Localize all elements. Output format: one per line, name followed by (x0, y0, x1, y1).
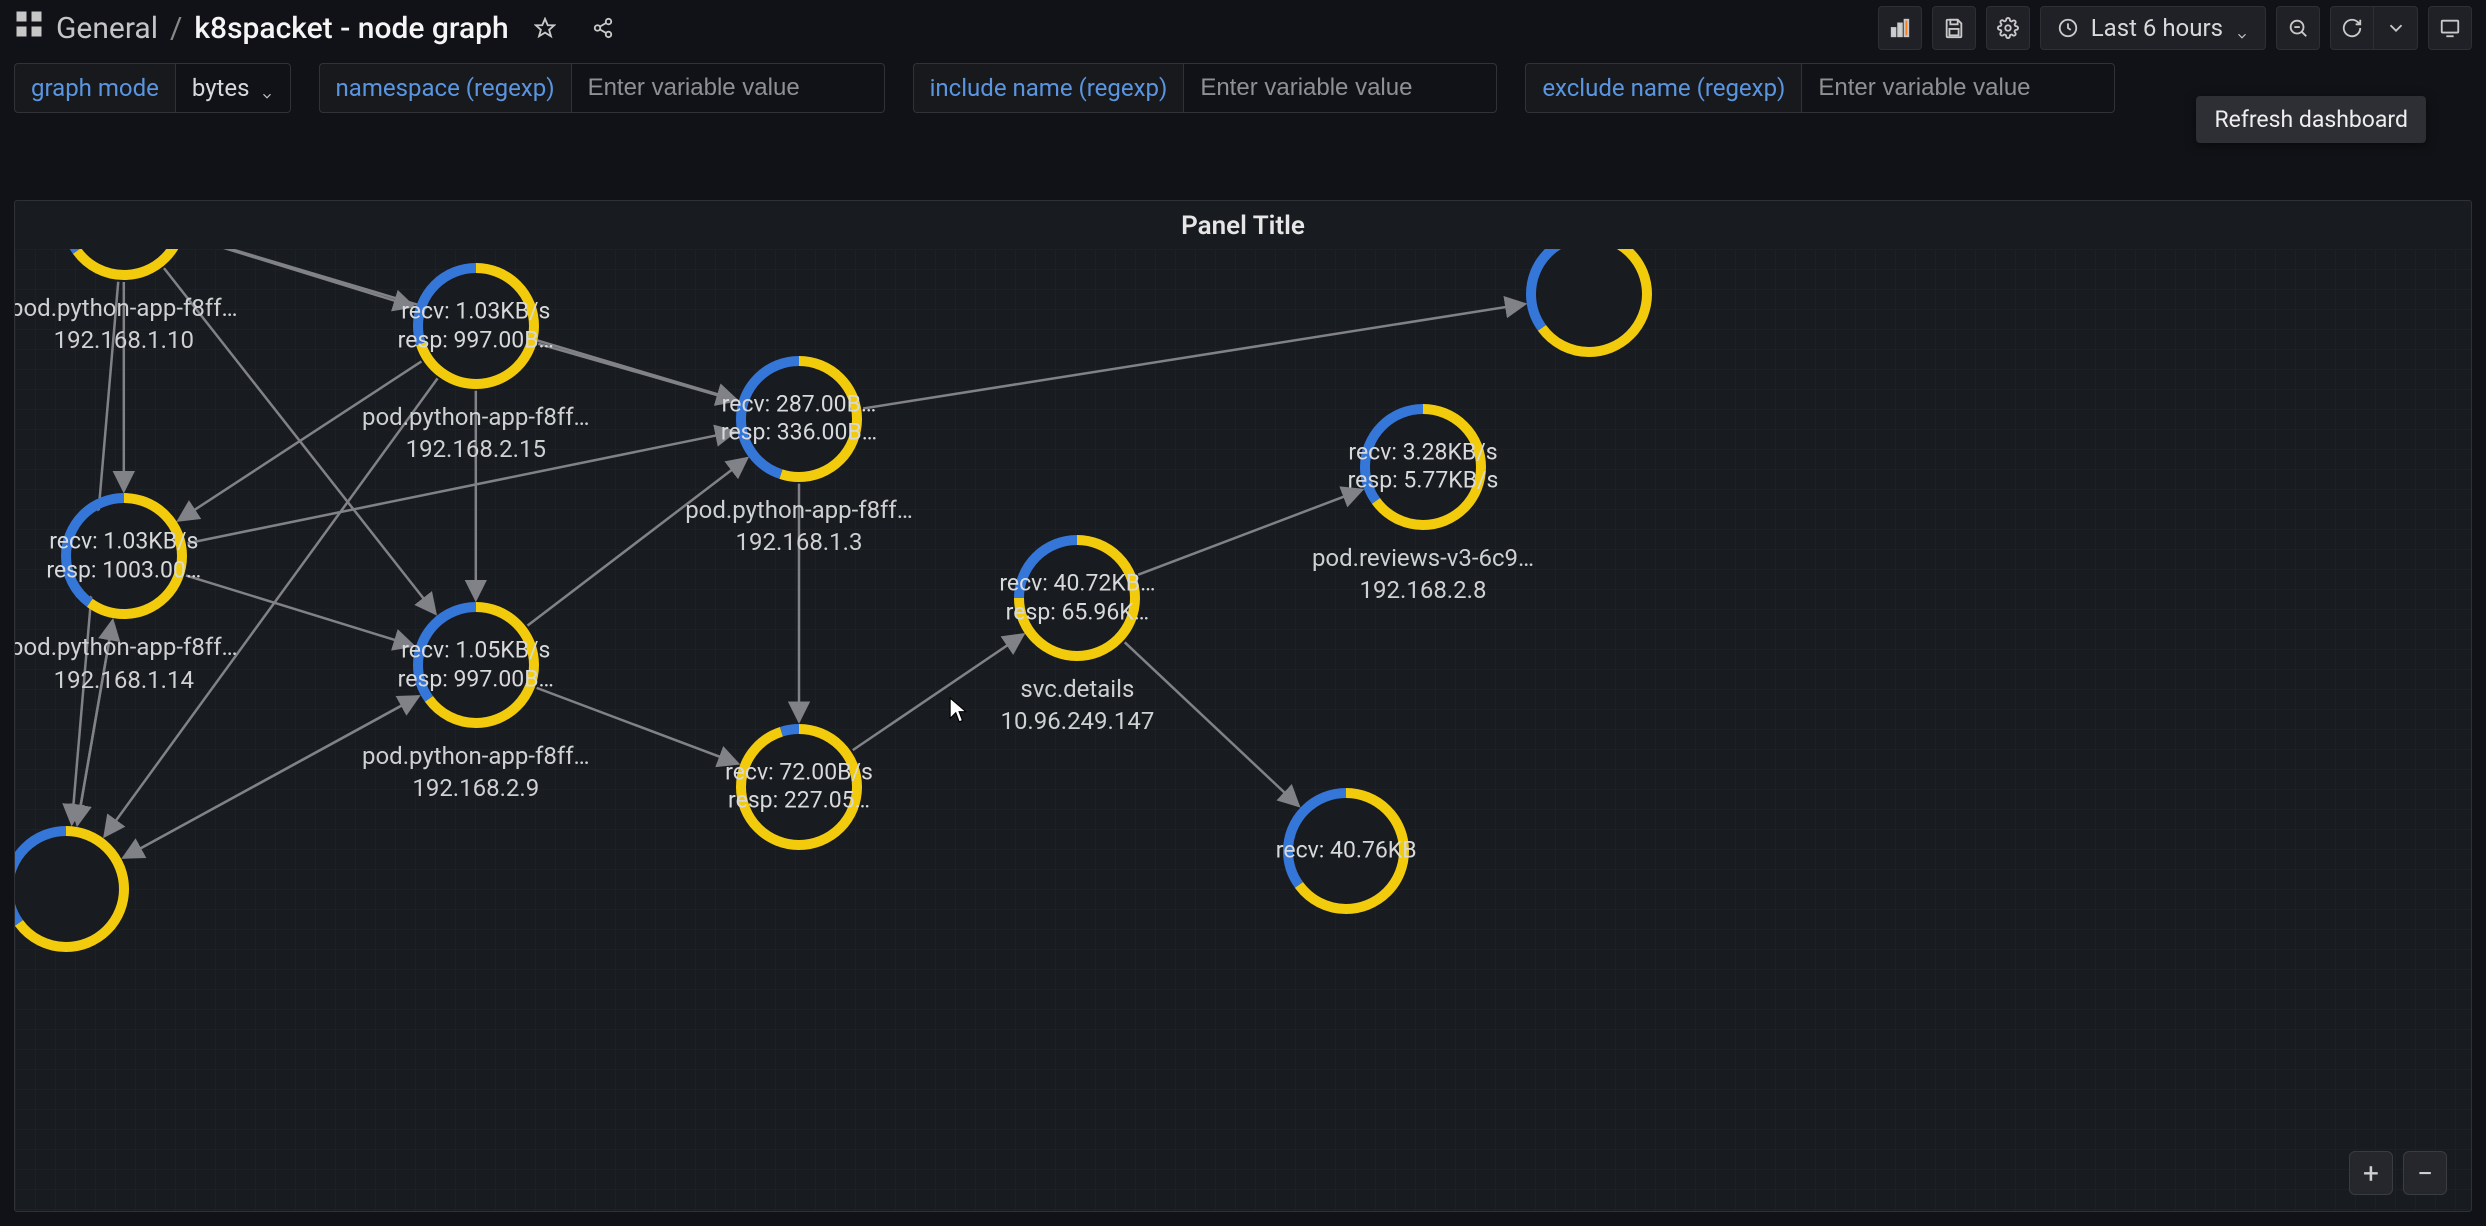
node-stats: recv: 40.72KB…resp: 65.96K… (999, 569, 1155, 627)
var-exclude[interactable]: exclude name (regexp) (1525, 63, 2115, 113)
node-label: pod.python-app-f8ff…192.168.2.9 (346, 740, 606, 805)
refresh-tooltip: Refresh dashboard (2196, 96, 2426, 143)
var-include[interactable]: include name (regexp) (913, 63, 1498, 113)
var-namespace-label: namespace (regexp) (319, 63, 571, 113)
var-graph-mode-label: graph mode (14, 63, 175, 113)
graph-node[interactable]: recv: 1.05KB/sresp: 997.00B… pod.python-… (411, 600, 541, 730)
panel: Panel Title pod.python-app-f8ff…192.168.… (14, 200, 2472, 1212)
node-label: svc.details10.96.249.147 (947, 673, 1207, 738)
var-graph-mode[interactable]: graph mode bytes (14, 63, 291, 113)
graph-node[interactable]: recv: 40.76KB (1281, 786, 1411, 916)
graph-node[interactable]: recv: 1.03KB/sresp: 1003.00… pod.python-… (59, 491, 189, 621)
var-exclude-label: exclude name (regexp) (1525, 63, 1801, 113)
node-graph-canvas[interactable]: pod.python-app-f8ff…192.168.1.10 recv: 1… (15, 249, 2471, 1211)
node-stats: recv: 1.03KB/sresp: 997.00B… (398, 297, 554, 355)
graph-node[interactable]: recv: 72.00B/sresp: 227.05… (734, 722, 864, 852)
variable-bar: graph mode bytes namespace (regexp) incl… (0, 56, 2486, 120)
zoom-controls: + − (2349, 1151, 2447, 1195)
var-namespace-input[interactable] (571, 63, 885, 113)
zoom-out-button[interactable]: − (2403, 1151, 2447, 1195)
graph-node[interactable]: recv: 3.28KB/sresp: 5.77KB/s pod.reviews… (1358, 402, 1488, 532)
graph-node[interactable]: pod.python-app-f8ff…192.168.1.10 (59, 249, 189, 282)
node-stats: recv: 72.00B/sresp: 227.05… (725, 758, 873, 816)
node-stats: recv: 1.03KB/sresp: 1003.00… (46, 527, 201, 585)
include-field[interactable] (1200, 74, 1480, 102)
node-stats: recv: 1.05KB/sresp: 997.00B… (398, 636, 554, 694)
breadcrumb: General / k8spacket - node graph (14, 9, 509, 47)
namespace-field[interactable] (588, 74, 868, 102)
time-range-button[interactable]: Last 6 hours (2040, 6, 2266, 50)
refresh-button[interactable] (2330, 6, 2374, 50)
chevron-down-icon (260, 81, 274, 95)
zoom-out-time-button[interactable] (2276, 6, 2320, 50)
tv-mode-button[interactable] (2428, 6, 2472, 50)
graph-node[interactable]: recv: 40.72KB…resp: 65.96K… svc.details1… (1012, 533, 1142, 663)
var-graph-mode-value[interactable]: bytes (175, 63, 291, 113)
var-include-input[interactable] (1183, 63, 1497, 113)
graph-node[interactable]: recv: 1.03KB/sresp: 997.00B… pod.python-… (411, 261, 541, 391)
chevron-down-icon (2235, 21, 2249, 35)
time-range-label: Last 6 hours (2091, 14, 2223, 42)
node-label: pod.python-app-f8ff…192.168.1.10 (15, 292, 254, 357)
settings-button[interactable] (1986, 6, 2030, 50)
var-exclude-input[interactable] (1801, 63, 2115, 113)
add-panel-button[interactable] (1878, 6, 1922, 50)
node-stats: recv: 40.76KB (1276, 836, 1417, 865)
share-icon[interactable] (581, 6, 625, 50)
node-label: pod.python-app-f8ff…192.168.1.14 (15, 631, 254, 696)
refresh-interval-button[interactable] (2374, 6, 2418, 50)
node-label: pod.python-app-f8ff…192.168.1.3 (669, 494, 929, 559)
node-label: pod.python-app-f8ff…192.168.2.15 (346, 401, 606, 466)
var-include-label: include name (regexp) (913, 63, 1184, 113)
breadcrumb-separator: / (170, 11, 182, 46)
panel-title[interactable]: Panel Title (15, 201, 2471, 251)
exclude-field[interactable] (1818, 74, 2098, 102)
graph-node[interactable] (1524, 249, 1654, 359)
topbar: General / k8spacket - node graph Last 6 … (0, 0, 2486, 56)
save-button[interactable] (1932, 6, 1976, 50)
node-stats: recv: 3.28KB/sresp: 5.77KB/s (1348, 438, 1499, 496)
breadcrumb-title[interactable]: k8spacket - node graph (194, 11, 508, 46)
node-stats: recv: 287.00B…resp: 336.00B… (721, 390, 877, 448)
zoom-in-button[interactable]: + (2349, 1151, 2393, 1195)
node-label: pod.reviews-v3-6c9…192.168.2.8 (1293, 542, 1553, 607)
star-icon[interactable] (523, 6, 567, 50)
graph-edges (15, 249, 2471, 1211)
var-namespace[interactable]: namespace (regexp) (319, 63, 885, 113)
dashboards-icon[interactable] (14, 9, 44, 47)
breadcrumb-folder[interactable]: General (56, 11, 158, 46)
graph-node[interactable]: recv: 287.00B…resp: 336.00B… pod.python-… (734, 354, 864, 484)
graph-node[interactable] (15, 824, 131, 954)
